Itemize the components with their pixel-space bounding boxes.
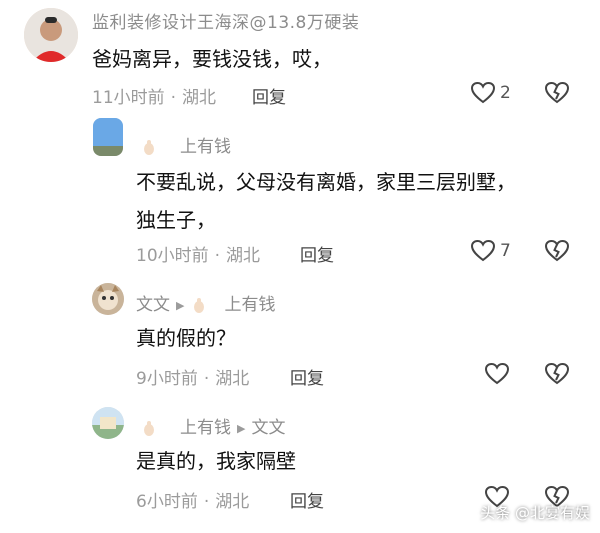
like-count: 2 xyxy=(500,83,511,103)
avatar[interactable] xyxy=(24,8,78,62)
like-button[interactable]: 2 xyxy=(470,81,511,105)
comment-author[interactable]: 监利装修设计王海深@13.8万硬装 xyxy=(92,8,359,33)
reply-to-name[interactable]: 文文 xyxy=(251,418,285,438)
comment-time: 11小时前 xyxy=(92,88,165,108)
hand-icon xyxy=(140,138,158,156)
comment-location: 湖北 xyxy=(226,246,261,266)
avatar[interactable] xyxy=(92,283,124,315)
hand-icon xyxy=(140,419,158,437)
comment-author[interactable]: 上有钱 xyxy=(140,132,231,157)
comment-author-line: 上有钱 ▶ 文文 xyxy=(140,413,285,438)
comment-text: 不要乱说，父母没有离婚，家里三层别墅， 独生子， xyxy=(136,163,516,239)
comment-meta: 11小时前 · 湖北 xyxy=(92,83,216,108)
author-name: 上有钱 xyxy=(180,137,231,157)
heart-icon xyxy=(484,362,510,385)
dislike-button[interactable] xyxy=(544,239,570,267)
separator: · xyxy=(214,246,221,266)
reply-button[interactable]: 回复 xyxy=(290,487,324,512)
separator: · xyxy=(170,88,177,108)
separator: · xyxy=(203,492,210,512)
author-name[interactable]: 上有钱 xyxy=(180,418,231,438)
broken-heart-icon xyxy=(544,362,570,385)
comment-time: 9小时前 xyxy=(136,369,198,389)
avatar[interactable] xyxy=(92,407,124,439)
comment-location: 湖北 xyxy=(215,492,250,512)
comment-time: 6小时前 xyxy=(136,492,198,512)
comment-text: 爸妈离异，要钱没钱，哎， xyxy=(92,47,332,71)
comment-time: 10小时前 xyxy=(136,246,209,266)
comment-meta: 6小时前 · 湖北 xyxy=(136,487,249,512)
comment-text-line: 独生子， xyxy=(136,208,216,232)
avatar[interactable] xyxy=(93,118,123,156)
comment-location: 湖北 xyxy=(182,88,217,108)
comment-author-line: 文文 ▶ 上有钱 xyxy=(136,290,275,315)
comment-text: 是真的，我家隔壁 xyxy=(136,449,296,473)
comment-text-line: 不要乱说，父母没有离婚，家里三层别墅， xyxy=(136,170,516,194)
dislike-button[interactable] xyxy=(544,81,570,109)
heart-icon xyxy=(470,239,496,262)
heart-icon xyxy=(470,81,496,104)
watermark: 头条 @北宴有娱 xyxy=(480,504,590,522)
hand-icon xyxy=(190,296,208,314)
author-name[interactable]: 文文 xyxy=(136,295,170,315)
reply-to-name[interactable]: 上有钱 xyxy=(224,295,275,315)
comment-meta: 10小时前 · 湖北 xyxy=(136,241,260,266)
broken-heart-icon xyxy=(544,81,570,104)
dislike-button[interactable] xyxy=(544,362,570,390)
reply-button[interactable]: 回复 xyxy=(252,83,286,108)
comment-text: 真的假的？ xyxy=(136,326,236,350)
reply-button[interactable]: 回复 xyxy=(300,241,334,266)
reply-button[interactable]: 回复 xyxy=(290,364,324,389)
like-button[interactable]: 7 xyxy=(470,239,511,263)
reply-arrow-icon: ▶ xyxy=(176,298,185,312)
comment-location: 湖北 xyxy=(215,369,250,389)
like-count: 7 xyxy=(500,241,511,261)
broken-heart-icon xyxy=(544,239,570,262)
separator: · xyxy=(203,369,210,389)
reply-arrow-icon: ▶ xyxy=(237,421,246,435)
like-button[interactable] xyxy=(484,362,510,386)
comment-meta: 9小时前 · 湖北 xyxy=(136,364,249,389)
